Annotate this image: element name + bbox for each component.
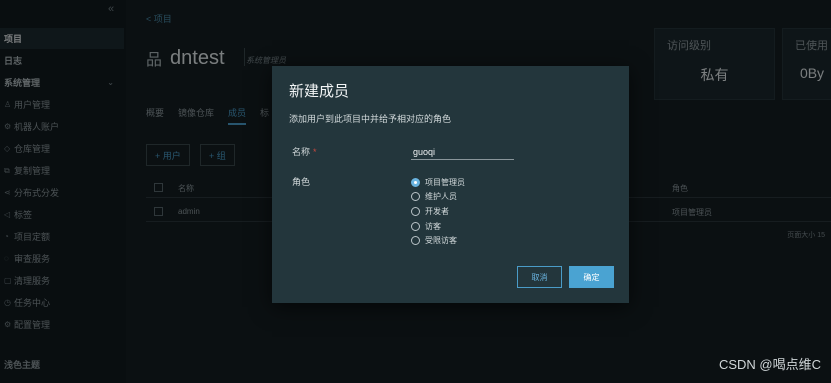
name-label-text: 名称 [292,147,311,157]
radio[interactable] [411,221,420,231]
new-member-dialog: 新建成员 添加用户到此项目中并给予相对应的角色 名称* 角色 项目管理员 维护人… [272,66,629,303]
name-label: 名称 * [292,145,317,158]
role-option-label: 项目管理员 [425,177,465,187]
role-option-label: 开发者 [425,206,449,216]
watermark: CSDN @喝点维C [718,357,821,372]
confirm-button[interactable]: 确定 [569,266,614,288]
radio[interactable] [411,235,420,245]
role-option-label: 访客 [425,221,441,231]
role-option-guest[interactable]: 访客 [411,220,441,232]
app-root: « 项目 日志 系统管理 ⌄ ♙ 用户管理 ⚙ 机器人账户 ◇ 仓库管理 ⧉ 复制管理 ⋖… [0,0,831,383]
role-option-label: 维护人员 [425,191,457,201]
role-label: 角色 [292,177,311,187]
role-option-limited-guest[interactable]: 受限访客 [411,234,457,246]
role-option-developer[interactable]: 开发者 [411,205,449,217]
dialog-title: 新建成员 [289,83,350,100]
required-marker: * [313,147,317,157]
radio[interactable] [411,206,420,216]
radio-selected[interactable] [411,177,420,187]
role-option-project-admin[interactable]: 项目管理员 [411,176,465,188]
cancel-button[interactable]: 取消 [517,266,562,288]
role-option-label: 受限访客 [425,235,457,245]
dialog-description: 添加用户到此项目中并给予相对应的角色 [289,114,452,124]
role-option-maintainer[interactable]: 维护人员 [411,190,457,202]
member-name-input[interactable] [411,144,514,160]
radio[interactable] [411,191,420,201]
